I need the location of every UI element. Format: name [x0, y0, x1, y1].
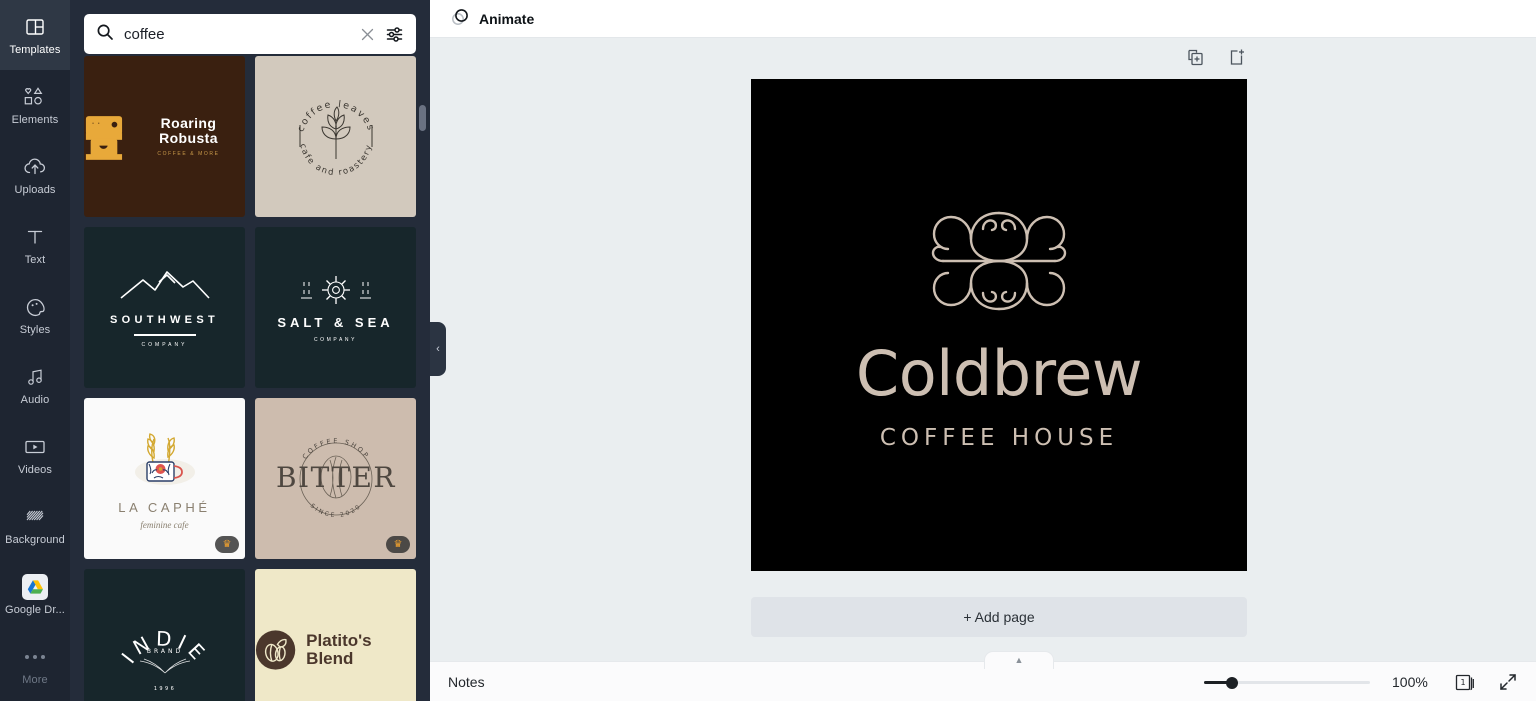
- zoom-knob[interactable]: [1226, 676, 1238, 689]
- animate-circles-icon: [450, 7, 470, 30]
- template-card[interactable]: Roaring Robusta COFFEE & MORE: [84, 56, 245, 217]
- chevron-left-icon: ‹: [436, 343, 440, 355]
- templates-icon: [25, 14, 45, 40]
- page-tools: [430, 48, 1536, 67]
- premium-crown-badge: ♛: [215, 536, 239, 553]
- notes-button[interactable]: Notes: [448, 674, 485, 690]
- sidebar-item-more[interactable]: More: [0, 630, 70, 700]
- scrollbar-thumb[interactable]: [419, 105, 426, 131]
- sidebar-item-label: Styles: [19, 324, 51, 336]
- styles-icon: [25, 294, 46, 320]
- left-rail: Templates Elements Uploads Text Styles A…: [0, 0, 70, 701]
- sidebar-item-styles[interactable]: Styles: [0, 280, 70, 350]
- brand-tagline: COFFEE HOUSE: [879, 425, 1119, 451]
- sidebar-item-label: Text: [24, 254, 46, 266]
- editor-main: Animate Coldbrew COFFEE HOUSE + Add page…: [430, 0, 1536, 701]
- filter-sliders-icon[interactable]: [385, 25, 404, 44]
- add-page-icon[interactable]: [1227, 48, 1246, 67]
- sidebar-item-label: Background: [5, 534, 65, 546]
- template-card[interactable]: coffee leaves cafe and roastery: [255, 56, 416, 217]
- template-card[interactable]: SOUTHWEST COMPANY: [84, 227, 245, 388]
- animate-label: Animate: [479, 10, 535, 27]
- template-title: SALT & SEA: [277, 314, 394, 330]
- template-title: LA CAPHÉ: [118, 499, 211, 515]
- close-icon[interactable]: [360, 27, 375, 42]
- editor-topbar: Animate: [430, 0, 1536, 38]
- panel-collapse-button[interactable]: ‹: [430, 322, 446, 376]
- ornamental-swirl-icon: [909, 199, 1089, 329]
- search-box[interactable]: [84, 14, 416, 54]
- premium-crown-badge: ♛: [386, 536, 410, 553]
- template-subtitle: feminine cafe: [140, 519, 189, 530]
- template-subtitle: COMPANY: [141, 341, 188, 348]
- search-bar: [70, 0, 430, 54]
- template-title: Platito's Blend: [306, 630, 372, 668]
- design-page[interactable]: Coldbrew COFFEE HOUSE: [751, 79, 1247, 571]
- template-card[interactable]: Platito's Blend: [255, 569, 416, 701]
- sidebar-item-audio[interactable]: Audio: [0, 350, 70, 420]
- templates-panel: Roaring Robusta COFFEE & MORE coffee lea: [70, 0, 430, 701]
- bottombar-controls: 100% 1: [1204, 671, 1518, 693]
- template-subtitle: COMPANY: [313, 336, 358, 343]
- sidebar-item-videos[interactable]: Videos: [0, 420, 70, 490]
- svg-text:BRAND: BRAND: [146, 648, 182, 655]
- sidebar-item-google-drive[interactable]: Google Dr...: [0, 560, 70, 630]
- canvas-area[interactable]: Coldbrew COFFEE HOUSE + Add page: [430, 38, 1536, 661]
- sidebar-item-uploads[interactable]: Uploads: [0, 140, 70, 210]
- editor-bottombar: ▲ Notes 100% 1: [430, 651, 1536, 701]
- svg-text:1996: 1996: [153, 686, 175, 692]
- add-page-label: + Add page: [963, 609, 1035, 625]
- background-icon: [23, 504, 47, 530]
- search-icon: [96, 23, 114, 46]
- sidebar-item-label: Templates: [9, 44, 61, 56]
- template-card[interactable]: INDIE BRAND 1996: [84, 569, 245, 701]
- notes-label: Notes: [448, 673, 485, 690]
- template-card[interactable]: LA CAPHÉ feminine cafe ♛: [84, 398, 245, 559]
- template-title: Roaring Robusta: [159, 114, 218, 147]
- template-card[interactable]: SALT & SEA COMPANY: [255, 227, 416, 388]
- animate-button[interactable]: Animate: [450, 7, 534, 30]
- search-input[interactable]: [124, 25, 350, 43]
- google-drive-icon: [22, 574, 48, 600]
- svg-text:1: 1: [1460, 678, 1465, 687]
- sidebar-item-label: Audio: [20, 394, 50, 406]
- sidebar-item-elements[interactable]: Elements: [0, 70, 70, 140]
- template-results[interactable]: Roaring Robusta COFFEE & MORE coffee lea: [70, 50, 430, 701]
- add-page-button[interactable]: + Add page: [751, 597, 1247, 637]
- sidebar-item-label: Google Dr...: [5, 604, 65, 616]
- sidebar-item-label: Elements: [11, 114, 59, 126]
- videos-icon: [23, 434, 47, 460]
- template-subtitle: COFFEE & MORE: [157, 150, 220, 157]
- template-title: SOUTHWEST: [110, 313, 219, 326]
- svg-text:SINCE 2020: SINCE 2020: [308, 502, 362, 519]
- more-dots-icon: [25, 644, 45, 670]
- sidebar-item-label: Videos: [17, 464, 53, 476]
- panel-scrollbar[interactable]: [418, 50, 426, 701]
- zoom-slider[interactable]: [1204, 675, 1370, 689]
- brand-name: Coldbrew: [855, 337, 1143, 410]
- template-grid: Roaring Robusta COFFEE & MORE coffee lea: [84, 50, 416, 701]
- text-icon: [25, 224, 45, 250]
- sidebar-item-label: Uploads: [14, 184, 56, 196]
- template-card[interactable]: COFFEE SHOP SINCE 2020 BITTER ♛: [255, 398, 416, 559]
- notes-toggle-button[interactable]: ▲: [984, 651, 1054, 669]
- duplicate-page-icon[interactable]: [1186, 48, 1205, 67]
- sidebar-item-templates[interactable]: Templates: [0, 0, 70, 70]
- sidebar-item-text[interactable]: Text: [0, 210, 70, 280]
- canva-editor-app: Templates Elements Uploads Text Styles A…: [0, 0, 1536, 701]
- zoom-percentage[interactable]: 100%: [1392, 674, 1432, 690]
- fullscreen-expand-icon[interactable]: [1498, 672, 1518, 692]
- pages-icon[interactable]: 1: [1454, 671, 1476, 693]
- chevron-up-icon: ▲: [1014, 655, 1024, 665]
- svg-text:BITTER: BITTER: [276, 461, 396, 494]
- sidebar-item-background[interactable]: Background: [0, 490, 70, 560]
- elements-icon: [23, 84, 47, 110]
- sidebar-item-label: More: [22, 674, 48, 686]
- audio-icon: [25, 364, 46, 390]
- uploads-icon: [23, 154, 47, 180]
